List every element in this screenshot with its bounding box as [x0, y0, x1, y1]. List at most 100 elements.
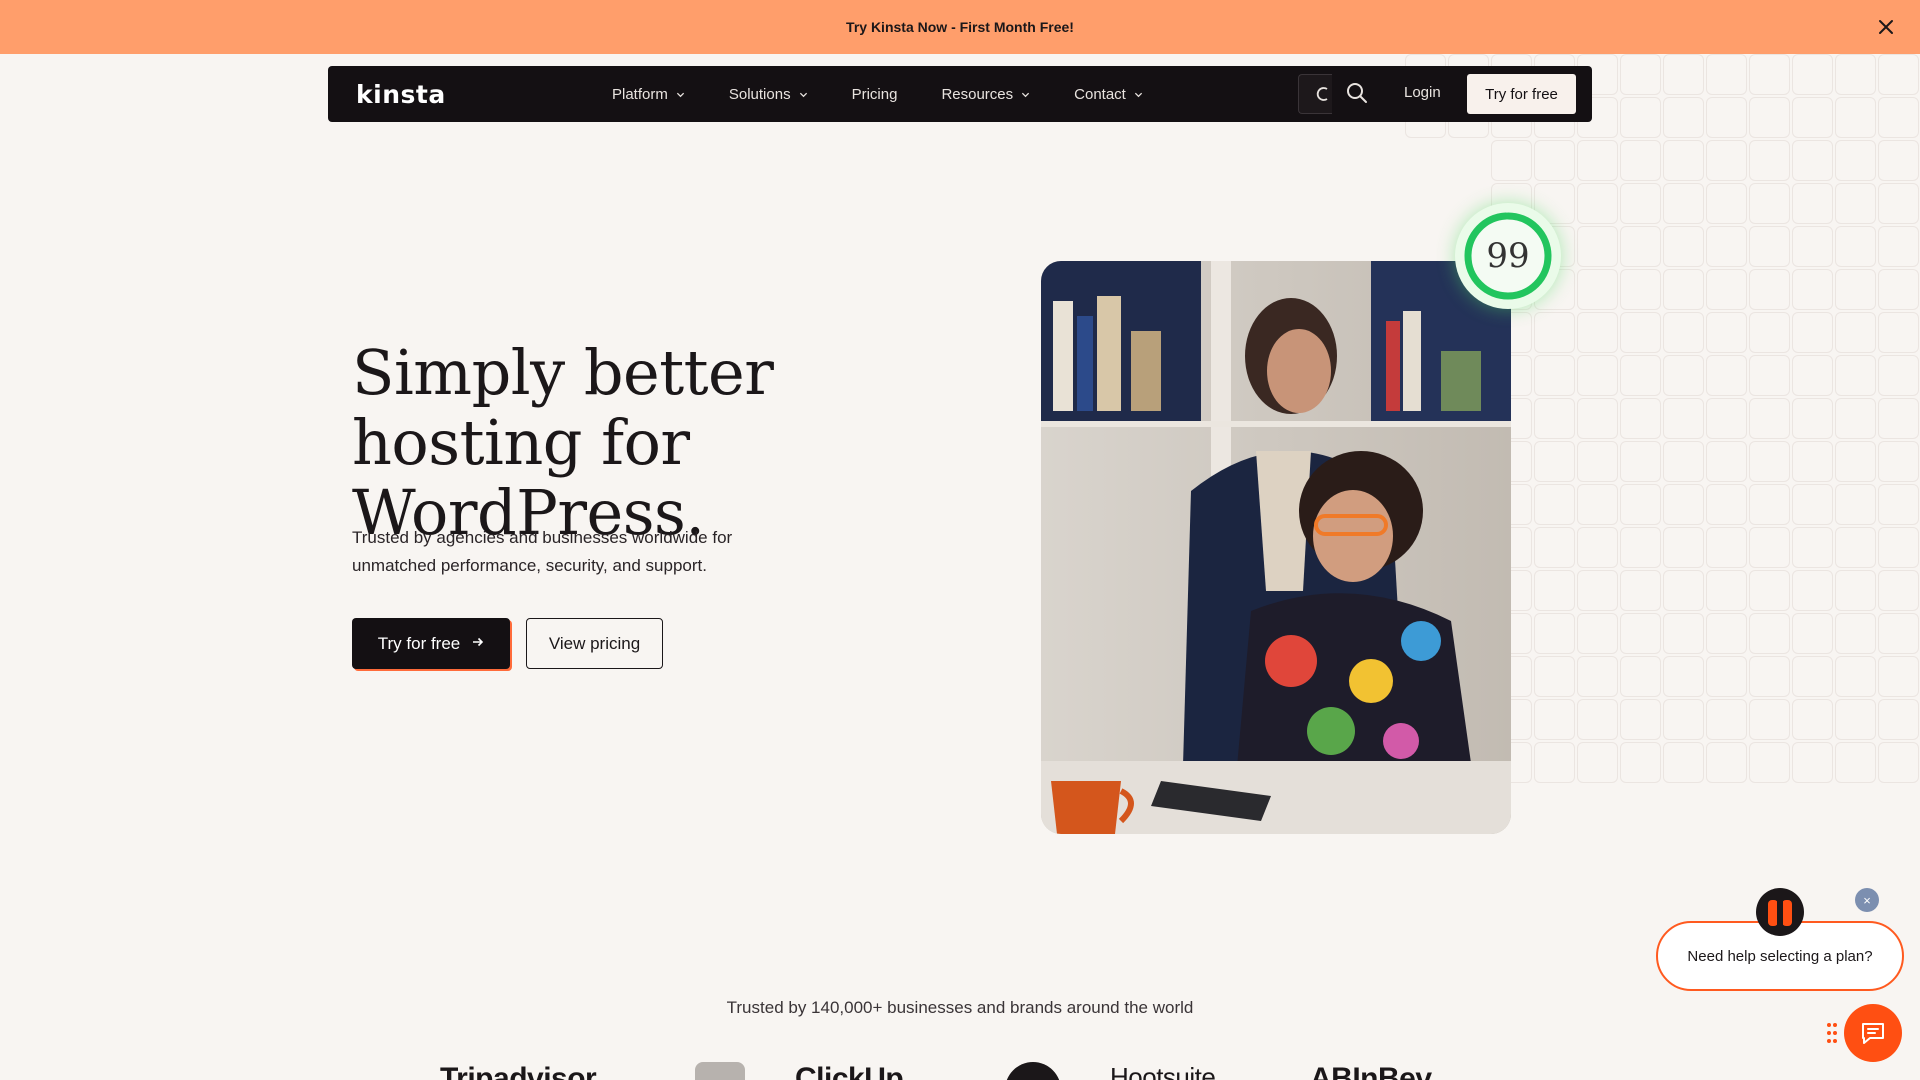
office-photo-illustration [1041, 261, 1511, 834]
view-pricing-button[interactable]: View pricing [526, 618, 663, 669]
client-logos: Tripadvisor ClickUp Hootsuite ABInBev [440, 1052, 1480, 1080]
close-icon[interactable] [1876, 17, 1896, 37]
tripadvisor-logo: Tripadvisor [440, 1062, 597, 1080]
app-logo [695, 1062, 745, 1080]
nav-item-label: Contact [1074, 85, 1126, 103]
grid-cell [1620, 699, 1661, 740]
chevron-down-icon [1134, 92, 1142, 97]
grid-cell [1878, 140, 1919, 181]
grid-cell [1749, 570, 1790, 611]
grid-cell [1534, 484, 1575, 525]
grid-cell [1534, 527, 1575, 568]
kinsta-logo[interactable]: kinsta [356, 80, 446, 109]
grid-cell [1792, 656, 1833, 697]
grid-cell [1663, 54, 1704, 95]
grid-cell [1663, 269, 1704, 310]
grid-cell [1663, 140, 1704, 181]
grid-cell [1620, 140, 1661, 181]
grid-cell [1792, 570, 1833, 611]
search-icon[interactable] [1346, 82, 1368, 104]
grid-cell [1620, 54, 1661, 95]
grid-cell [1534, 441, 1575, 482]
grid-cell [1749, 312, 1790, 353]
nav-item-resources[interactable]: Resources [941, 86, 1030, 103]
grid-cell [1620, 398, 1661, 439]
grid-cell [1878, 570, 1919, 611]
grid-cell [1577, 355, 1618, 396]
try-for-free-button[interactable]: Try for free [352, 618, 510, 669]
grid-cell [1577, 613, 1618, 654]
grid-cell [1577, 441, 1618, 482]
grid-cell [1878, 226, 1919, 267]
grid-cell [1878, 613, 1919, 654]
grid-cell [1792, 742, 1833, 783]
chat-icon [1862, 1023, 1884, 1044]
grid-cell [1663, 312, 1704, 353]
grid-cell [1706, 484, 1747, 525]
grid-cell [1663, 613, 1704, 654]
grid-cell [1663, 527, 1704, 568]
grid-cell [1792, 140, 1833, 181]
chat-prompt-text: Need help selecting a plan? [1687, 947, 1873, 965]
grid-cell [1577, 269, 1618, 310]
grid-cell [1706, 269, 1747, 310]
grid-cell [1835, 570, 1876, 611]
chat-launcher-button[interactable] [1844, 1004, 1902, 1062]
grid-cell [1878, 269, 1919, 310]
grid-cell [1706, 613, 1747, 654]
grid-cell [1878, 398, 1919, 439]
grid-cell [1792, 97, 1833, 138]
grid-cell [1663, 226, 1704, 267]
grid-cell [1620, 183, 1661, 224]
drag-handle-icon[interactable] [1826, 1022, 1838, 1044]
grid-cell [1620, 226, 1661, 267]
grid-cell [1792, 527, 1833, 568]
grid-cell [1706, 140, 1747, 181]
grid-cell [1749, 398, 1790, 439]
grid-cell [1749, 54, 1790, 95]
login-link[interactable]: Login [1404, 84, 1441, 101]
grid-cell [1878, 355, 1919, 396]
grid-cell [1534, 570, 1575, 611]
grid-cell [1577, 656, 1618, 697]
grid-cell [1620, 441, 1661, 482]
nav-item-label: Pricing [851, 85, 898, 103]
nav-item-contact[interactable]: Contact [1074, 86, 1143, 103]
grid-cell [1749, 97, 1790, 138]
grid-cell [1534, 312, 1575, 353]
grid-cell [1878, 527, 1919, 568]
nav-item-solutions[interactable]: Solutions [729, 86, 808, 103]
announcement-text[interactable]: Try Kinsta Now - First Month Free! [846, 19, 1074, 35]
grid-cell [1663, 398, 1704, 439]
grid-cell [1835, 312, 1876, 353]
grid-cell [1577, 742, 1618, 783]
nav-menu: Platform Solutions Pricing Resources Con… [612, 66, 1187, 122]
grid-cell [1878, 699, 1919, 740]
grid-cell [1534, 742, 1575, 783]
grid-cell [1706, 527, 1747, 568]
grid-cell [1749, 699, 1790, 740]
nav-try-for-free-button[interactable]: Try for free [1467, 74, 1576, 114]
grid-cell [1792, 269, 1833, 310]
grid-cell [1534, 355, 1575, 396]
grid-cell [1706, 54, 1747, 95]
grid-cell [1749, 527, 1790, 568]
hero-subtitle: Trusted by agencies and businesses world… [352, 528, 733, 575]
nav-item-platform[interactable]: Platform [612, 86, 685, 103]
grid-cell [1534, 398, 1575, 439]
grid-cell [1663, 183, 1704, 224]
grid-cell [1620, 570, 1661, 611]
grid-cell [1878, 54, 1919, 95]
grid-cell [1749, 441, 1790, 482]
search-input[interactable] [1298, 74, 1332, 114]
chat-close-button[interactable]: × [1855, 888, 1879, 912]
grid-cell [1706, 398, 1747, 439]
grid-cell [1792, 355, 1833, 396]
nav-item-pricing[interactable]: Pricing [852, 86, 898, 103]
grid-cell [1878, 97, 1919, 138]
grid-cell [1620, 527, 1661, 568]
abinbev-logo: ABInBev [1310, 1062, 1432, 1080]
grid-cell [1878, 183, 1919, 224]
grid-cell [1835, 355, 1876, 396]
announcement-bar: Try Kinsta Now - First Month Free! [0, 0, 1920, 54]
